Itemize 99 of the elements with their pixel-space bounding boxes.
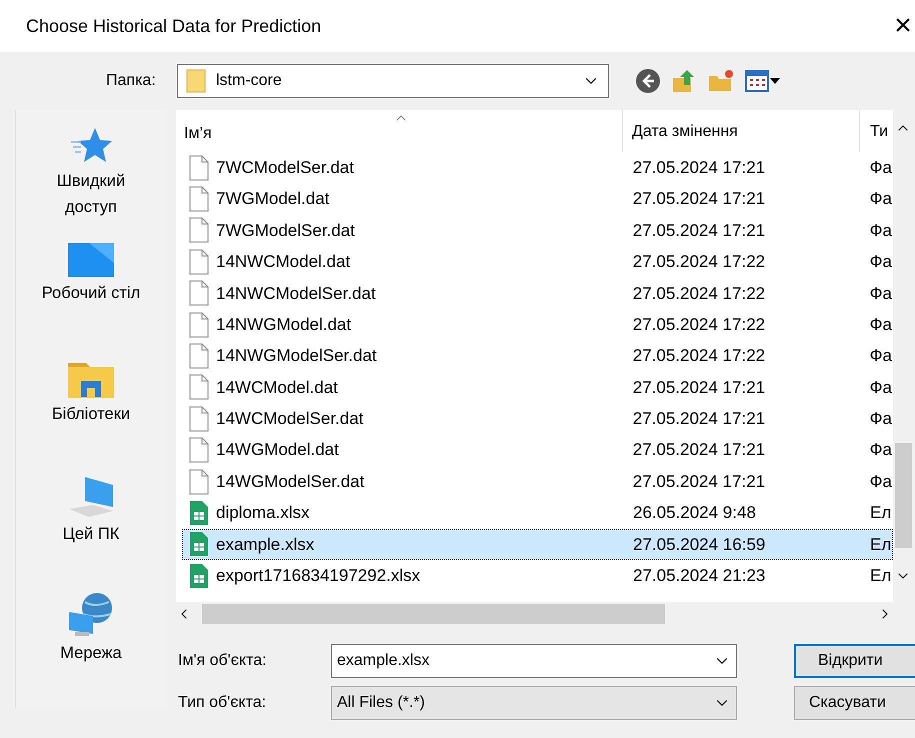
cancel-button[interactable]: Скасувати: [794, 686, 915, 720]
file-name: export1716834197292.xlsx: [216, 565, 420, 588]
file-name: 14NWGModelSer.dat: [216, 345, 377, 368]
folder-icon: [186, 69, 206, 93]
file-name-field[interactable]: example.xlsx: [331, 644, 737, 678]
date-cell-text: 27.05.2024 16:59: [632, 534, 766, 556]
type-cell-text: Фа: [868, 345, 892, 368]
file-row[interactable]: export1716834197292.xlsx 27.05.2024 21:23 Ел: [182, 560, 893, 592]
computer-icon: [67, 475, 115, 520]
date-cell-text: 27.05.2024 21:23: [632, 565, 766, 588]
date-cell-text: 27.05.2024 17:22: [632, 314, 766, 336]
date-cell-text: 27.05.2024 17:21: [632, 220, 766, 242]
file-row[interactable]: 14WCModel.dat 27.05.2024 17:21 Фа: [182, 372, 893, 404]
file-row[interactable]: 14WCModelSer.dat 27.05.2024 17:21 Фа: [182, 403, 893, 435]
places-item[interactable]: Мережа: [16, 592, 166, 708]
file-name: 7WCModelSer.dat: [216, 156, 354, 179]
document-icon: [189, 437, 209, 464]
date-cell-text: 27.05.2024 17:22: [632, 345, 766, 368]
document-icon: [189, 154, 209, 181]
file-row[interactable]: 7WGModel.dat 27.05.2024 17:21 Фа: [182, 183, 893, 215]
document-icon: [189, 312, 209, 338]
date-cell-text: 27.05.2024 17:21: [632, 470, 766, 493]
type-cell-text: Фа: [868, 251, 892, 274]
file-name: 14WGModel.dat: [216, 439, 339, 462]
file-name-label: Ім'я об'єкта:: [177, 651, 268, 671]
file-name: 14WGModelSer.dat: [216, 470, 364, 493]
close-button[interactable]: ×: [893, 11, 913, 41]
places-item[interactable]: Бібліотеки: [16, 358, 166, 476]
date-cell-text: 27.05.2024 17:21: [632, 188, 766, 210]
file-row[interactable]: diploma.xlsx 26.05.2024 9:48 Ел: [182, 497, 893, 529]
new-folder-icon[interactable]: [707, 68, 735, 94]
date-cell-text: 27.05.2024 17:21: [632, 439, 766, 462]
file-type-label: Тип об'єкта:: [177, 693, 268, 713]
open-button[interactable]: Відкрити: [794, 644, 915, 678]
type-cell-text: Фа: [868, 156, 892, 179]
date-cell-text: 27.05.2024 17:21: [632, 156, 766, 179]
column-header[interactable]: Ім’я: [176, 110, 623, 152]
back-icon[interactable]: [635, 68, 661, 94]
caret-icon[interactable]: [770, 78, 780, 84]
file-name: 7WGModelSer.dat: [216, 220, 355, 242]
scrollbar-thumb[interactable]: [202, 604, 665, 624]
document-icon: [189, 406, 209, 432]
file-name: 14NWCModel.dat: [216, 251, 350, 274]
places-item[interactable]: Робочий стіл: [16, 242, 166, 359]
spreadsheet-icon: [189, 531, 209, 558]
file-name: 7WGModel.dat: [216, 188, 330, 210]
document-icon: [189, 468, 209, 495]
column-header[interactable]: Дата змінення: [623, 110, 860, 152]
date-cell-text: 27.05.2024 17:21: [632, 408, 766, 430]
file-name: diploma.xlsx: [216, 502, 310, 524]
file-name: example.xlsx: [216, 534, 314, 556]
places-item[interactable]: Цей ПК: [16, 475, 166, 592]
folder-up-icon[interactable]: [671, 68, 697, 94]
type-cell-text: Фа: [868, 314, 892, 336]
file-row[interactable]: 14NWGModel.dat 27.05.2024 17:22 Фа: [182, 308, 893, 340]
file-row[interactable]: 7WGModelSer.dat 27.05.2024 17:21 Фа: [182, 214, 893, 246]
file-name: 14NWCModelSer.dat: [216, 282, 376, 304]
type-cell-text: Ел: [869, 502, 892, 524]
file-name: 14WCModel.dat: [216, 376, 338, 399]
type-cell-text: Фа: [868, 376, 892, 399]
file-row[interactable]: example.xlsx 27.05.2024 16:59 Ел: [182, 528, 893, 560]
places-item[interactable]: Швидкий доступ: [16, 126, 166, 242]
monitor-icon: [67, 242, 115, 278]
view-menu-icon[interactable]: [745, 70, 769, 92]
document-icon: [189, 248, 209, 275]
scrollbar-thumb[interactable]: [894, 443, 912, 548]
type-cell-text: Фа: [868, 220, 892, 242]
type-cell-text: Фа: [868, 408, 892, 430]
document-icon: [189, 217, 209, 244]
type-cell-text: Фа: [868, 282, 892, 304]
file-name: 14WCModelSer.dat: [216, 408, 364, 430]
type-cell-text: Ел: [869, 565, 892, 588]
file-name: 14NWGModel.dat: [216, 314, 352, 336]
file-row[interactable]: 14WGModel.dat 27.05.2024 17:21 Фа: [182, 434, 893, 466]
network-icon: [67, 592, 115, 638]
folder-dropdown[interactable]: lstm-core: [177, 64, 609, 98]
date-cell-text: 27.05.2024 17:22: [632, 282, 766, 304]
document-icon: [189, 280, 209, 306]
folder-label: Папка:: [106, 71, 157, 91]
file-type-dropdown[interactable]: All Files (*.*): [331, 686, 737, 720]
column-header[interactable]: Ти: [860, 110, 893, 152]
document-icon: [189, 186, 209, 212]
file-row[interactable]: 14WGModelSer.dat 27.05.2024 17:21 Фа: [182, 466, 893, 498]
date-cell-text: 26.05.2024 9:48: [632, 502, 757, 524]
file-row[interactable]: 14NWGModelSer.dat 27.05.2024 17:22 Фа: [182, 340, 893, 372]
date-cell-text: 27.05.2024 17:22: [632, 251, 766, 274]
type-cell-text: Фа: [868, 439, 892, 462]
document-icon: [189, 374, 209, 400]
spreadsheet-icon: [189, 500, 209, 526]
spreadsheet-icon: [189, 562, 209, 589]
document-icon: [189, 343, 209, 370]
type-cell-text: Фа: [868, 470, 892, 493]
window-title: Choose Historical Data for Prediction: [26, 14, 322, 38]
file-row[interactable]: 14NWCModelSer.dat 27.05.2024 17:22 Фа: [182, 278, 893, 309]
type-cell-text: Фа: [868, 188, 892, 210]
file-row[interactable]: 7WCModelSer.dat 27.05.2024 17:21 Фа: [182, 152, 893, 184]
type-cell-text: Ел: [869, 534, 892, 556]
file-row[interactable]: 14NWCModel.dat 27.05.2024 17:22 Фа: [182, 246, 893, 278]
date-cell-text: 27.05.2024 17:21: [632, 376, 766, 399]
